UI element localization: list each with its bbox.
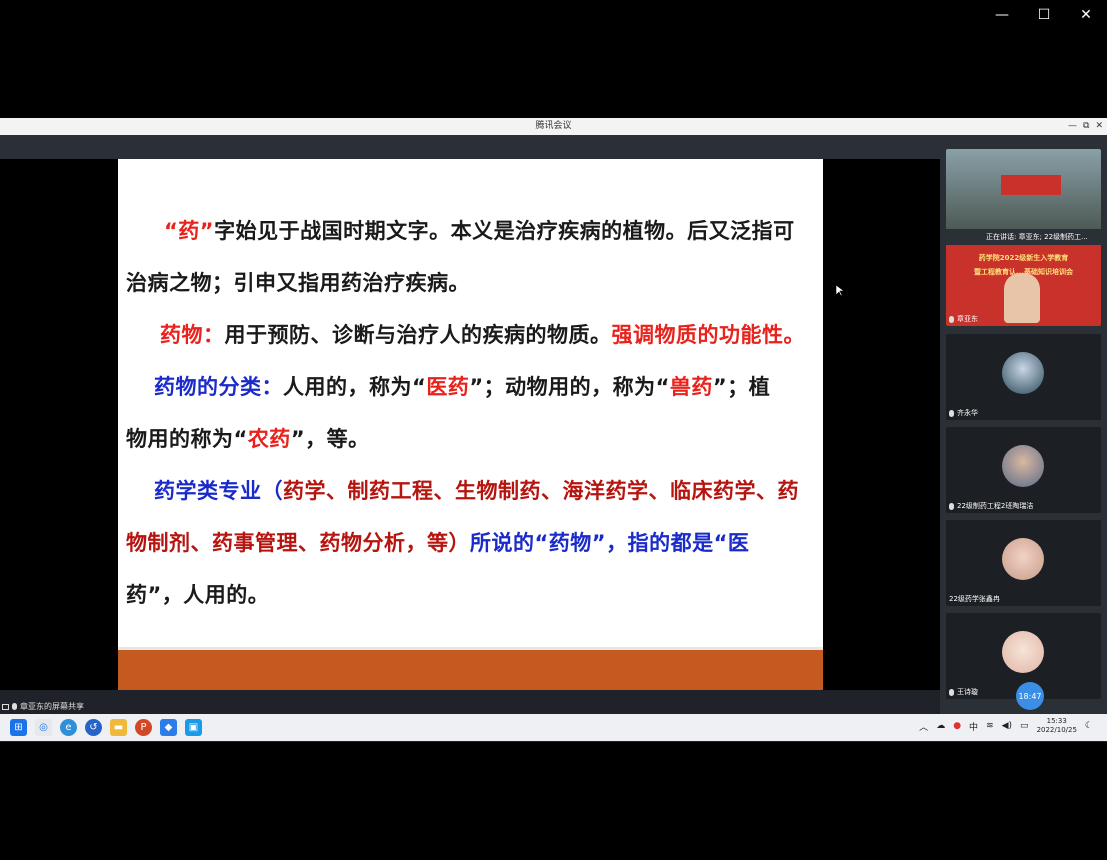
- app-restore-icon[interactable]: ⧉: [1083, 118, 1089, 135]
- participant-tile[interactable]: 22级制药工程2班陶瑞洁: [946, 427, 1101, 513]
- slide-text: 药物：: [160, 323, 225, 347]
- slide-text: 药学类专业（: [154, 479, 283, 503]
- participant-name: 22级制药工程2班陶瑞洁: [949, 501, 1033, 511]
- slide-line-1: “药”字始见于战国时期文字。本义是治疗疾病的植物。后又泛指可: [164, 215, 815, 245]
- microphone-icon[interactable]: ●: [953, 721, 961, 731]
- search-icon[interactable]: ◎: [35, 719, 52, 736]
- app-window-icon[interactable]: ▣: [185, 719, 202, 736]
- tencent-meeting-icon[interactable]: ◆: [160, 719, 177, 736]
- speaker-figure: [1004, 273, 1040, 323]
- participant-name: 章亚东: [949, 314, 978, 324]
- video-banner-shape: [1001, 175, 1061, 195]
- screen-icon: [2, 703, 9, 710]
- slide-text: 强调物质的功能性。: [611, 323, 805, 347]
- windows-taskbar: ⊞ ◎ e ↺ ▬ P ◆ ▣ ︿ ☁ ● 中 ≋ ◀) ▭ 15:33 202…: [0, 714, 1107, 741]
- mic-icon: [12, 703, 17, 710]
- avatar: [1002, 445, 1044, 487]
- app-icon[interactable]: ↺: [85, 719, 102, 736]
- meeting-app-window: 腾讯会议 — ⧉ ✕ “药”字始见于战国时期文字。本义是治疗疾病的植物。后又泛指…: [0, 118, 1107, 742]
- slide-text: 兽药: [669, 375, 713, 399]
- ime-indicator[interactable]: 中: [969, 720, 978, 733]
- app-minimize-icon[interactable]: —: [1068, 118, 1077, 135]
- participant-tile[interactable]: 齐永华: [946, 334, 1101, 420]
- slide-text: ”；动物用的，称为“: [469, 375, 670, 399]
- participant-name: 齐永华: [949, 408, 978, 418]
- participant-video-sidebar: 正在讲话: 章亚东; 22级制药工... 药学院2022级新生入学教育 暨工程教…: [940, 135, 1107, 718]
- slide-line-3: 药物：用于预防、诊断与治疗人的疾病的物质。强调物质的功能性。: [160, 319, 815, 349]
- outer-window-controls: — ☐ ✕: [981, 0, 1107, 30]
- slide-text: ”，等。: [290, 427, 370, 451]
- slide-text: 医药: [426, 375, 470, 399]
- slide-line-6: 药学类专业（药学、制药工程、生物制药、海洋药学、临床药学、药: [154, 475, 815, 505]
- file-explorer-icon[interactable]: ▬: [110, 719, 127, 736]
- mic-icon: [949, 688, 954, 696]
- cloud-icon[interactable]: ☁: [936, 721, 945, 731]
- close-button[interactable]: ✕: [1065, 0, 1107, 30]
- maximize-button[interactable]: ☐: [1023, 0, 1065, 30]
- speaking-indicator: 正在讲话: 章亚东; 22级制药工...: [946, 229, 1101, 245]
- start-icon[interactable]: ⊞: [10, 719, 27, 736]
- app-title: 腾讯会议: [535, 121, 572, 131]
- participant-tile[interactable]: 22级药学张鑫冉: [946, 520, 1101, 606]
- participant-name: 王诗璇: [949, 687, 978, 697]
- meeting-timer-badge[interactable]: 18:47: [1016, 682, 1044, 710]
- system-clock[interactable]: 15:33 2022/10/25: [1037, 717, 1077, 735]
- notification-icon[interactable]: ☾: [1085, 721, 1093, 731]
- avatar: [1002, 538, 1044, 580]
- slide-text: ”；植: [712, 375, 771, 399]
- slide-text: “药”: [164, 219, 215, 243]
- shared-slide: “药”字始见于战国时期文字。本义是治疗疾病的植物。后又泛指可 治病之物；引申又指…: [118, 159, 823, 690]
- speaker-tile[interactable]: 正在讲话: 章亚东; 22级制药工... 药学院2022级新生入学教育 暨工程教…: [946, 149, 1101, 326]
- slide-text: 物用的称为“: [126, 427, 248, 451]
- clock-date: 2022/10/25: [1036, 726, 1077, 734]
- system-tray: ︿ ☁ ● 中 ≋ ◀) ▭ 15:33 2022/10/25 ☾: [919, 717, 1093, 735]
- wifi-icon[interactable]: ≋: [986, 721, 994, 731]
- video-frame: [946, 149, 1101, 229]
- mic-icon: [949, 315, 954, 323]
- app-close-icon[interactable]: ✕: [1095, 118, 1103, 135]
- slide-text: 药物的分类：: [154, 375, 283, 399]
- screen-share-label[interactable]: 章亚东的屏幕共享: [2, 701, 84, 712]
- powerpoint-icon[interactable]: P: [135, 719, 152, 736]
- avatar: [1002, 631, 1044, 673]
- slide-text: 人用的，称为“: [283, 375, 427, 399]
- edge-browser-icon[interactable]: e: [60, 719, 77, 736]
- chevron-up-icon[interactable]: ︿: [919, 720, 928, 733]
- mouse-cursor-icon: [836, 285, 844, 297]
- screen-share-stage: “药”字始见于战国时期文字。本义是治疗疾病的植物。后又泛指可 治病之物；引申又指…: [0, 159, 940, 690]
- slide-text: 所说的“药物”，指的都是“医: [470, 531, 750, 555]
- slide-line-2: 治病之物；引申又指用药治疗疾病。: [126, 271, 470, 295]
- slide-text: 字始见于战国时期文字。本义是治疗疾病的植物。后又泛指可: [214, 219, 795, 243]
- slide-text: 物制剂、药事管理、药物分析，等）: [126, 531, 470, 555]
- slide-text: 药学、制药工程、生物制药、海洋药学、临床药学、药: [283, 479, 799, 503]
- slide-line-4: 药物的分类：人用的，称为“医药”；动物用的，称为“兽药”；植: [154, 371, 815, 401]
- minimize-button[interactable]: —: [981, 0, 1023, 30]
- mic-icon: [949, 502, 954, 510]
- slide-line-7: 物制剂、药事管理、药物分析，等）所说的“药物”，指的都是“医: [126, 527, 815, 557]
- app-titlebar: 腾讯会议 — ⧉ ✕: [0, 118, 1107, 135]
- banner-line-1: 药学院2022级新生入学教育: [978, 254, 1069, 262]
- slide-footer-bar: [118, 650, 823, 690]
- volume-icon[interactable]: ◀): [1002, 721, 1012, 731]
- slide-text: 用于预防、诊断与治疗人的疾病的物质。: [224, 323, 612, 347]
- slide-text: 农药: [247, 427, 291, 451]
- clock-time: 15:33: [1046, 717, 1067, 725]
- mic-icon: [949, 409, 954, 417]
- avatar: [1002, 352, 1044, 394]
- participant-name: 22级药学张鑫冉: [949, 595, 1000, 603]
- slide-line-8: 药”，人用的。: [126, 583, 270, 607]
- battery-icon[interactable]: ▭: [1020, 721, 1029, 731]
- slide-line-5: 物用的称为“农药”，等。: [126, 423, 815, 453]
